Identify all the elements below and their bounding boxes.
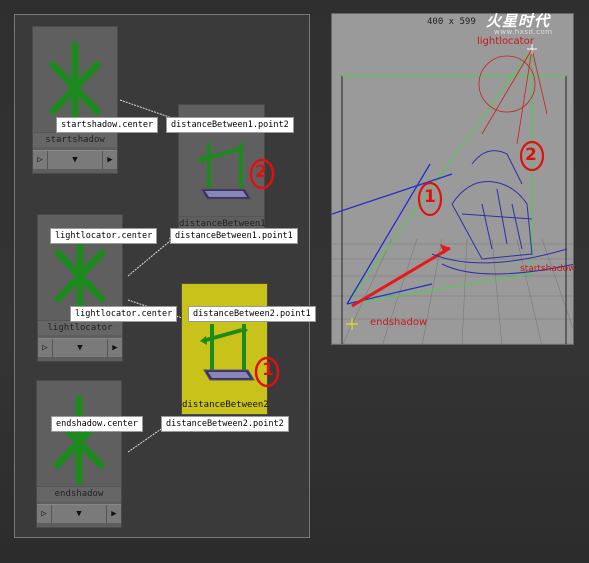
- expand-left-icon[interactable]: ▷: [37, 505, 52, 523]
- node-distancebetween2[interactable]: distanceBetween2: [181, 283, 269, 415]
- node-controls: ▷ ▼ ▶: [38, 338, 122, 357]
- expand-left-icon[interactable]: ▷: [33, 151, 48, 169]
- chevron-down-icon[interactable]: ▼: [53, 339, 107, 357]
- node-startshadow[interactable]: startshadow ▷ ▼ ▶: [32, 26, 118, 174]
- attr-label: startshadow.center: [56, 117, 159, 133]
- chevron-down-icon[interactable]: ▼: [48, 151, 102, 169]
- expand-right-icon[interactable]: ▶: [107, 339, 122, 357]
- node-endshadow[interactable]: endshadow ▷ ▼ ▶: [36, 380, 122, 528]
- distance-icon: [200, 324, 255, 381]
- marker-one: 1: [262, 360, 274, 380]
- node-controls: ▷ ▼ ▶: [33, 150, 117, 169]
- label-startshadow: startshadow: [520, 264, 574, 274]
- chevron-down-icon[interactable]: ▼: [52, 505, 106, 523]
- label-lightlocator: lightlocator: [477, 36, 534, 47]
- watermark-url: www.hxsd.com: [494, 28, 553, 36]
- attr-label: distanceBetween2.point2: [161, 416, 289, 432]
- viewport-scene: [332, 44, 573, 344]
- attr-label: endshadow.center: [51, 416, 143, 432]
- node-swatch: [182, 284, 267, 400]
- expand-right-icon[interactable]: ▶: [102, 151, 117, 169]
- node-swatch: [37, 381, 121, 487]
- attr-label: distanceBetween1.point2: [166, 117, 294, 133]
- node-caption: startshadow: [33, 132, 117, 147]
- expand-left-icon[interactable]: ▷: [38, 339, 53, 357]
- viewport-marker-two: 2: [525, 145, 537, 165]
- expand-right-icon[interactable]: ▶: [106, 505, 121, 523]
- locator-icon: [53, 395, 105, 485]
- resolution-readout: 400 x 599: [427, 17, 476, 27]
- node-controls: ▷ ▼ ▶: [37, 504, 121, 523]
- marker-two: 2: [255, 162, 267, 182]
- node-caption: distanceBetween2: [182, 398, 269, 412]
- label-endshadow: endshadow: [370, 317, 428, 328]
- attr-label: distanceBetween1.point1: [170, 228, 298, 244]
- attr-label: lightlocator.center: [70, 306, 178, 322]
- node-caption: endshadow: [37, 486, 121, 501]
- attr-label: distanceBetween2.point1: [188, 306, 316, 322]
- attr-label: lightlocator.center: [50, 228, 158, 244]
- viewport-marker-one: 1: [424, 187, 436, 207]
- viewport-3d[interactable]: 400 x 599 lightlocator startshadow endsh…: [331, 13, 574, 345]
- node-caption: lightlocator: [38, 320, 122, 335]
